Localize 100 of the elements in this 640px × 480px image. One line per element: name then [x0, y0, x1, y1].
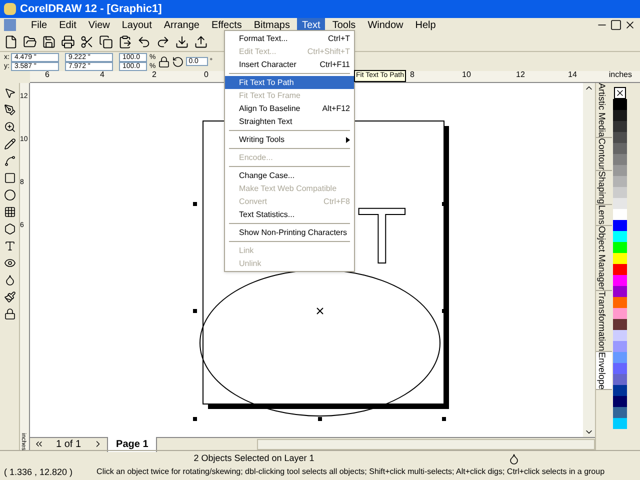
color-swatch[interactable] — [613, 121, 627, 132]
color-swatch[interactable] — [613, 418, 627, 429]
menu-bar-item[interactable]: Arrange — [158, 18, 204, 32]
save-icon[interactable] — [42, 34, 56, 48]
color-swatch[interactable] — [613, 165, 627, 176]
ruler-label: 0 — [204, 71, 208, 79]
color-swatch[interactable] — [613, 330, 627, 341]
cut-icon[interactable] — [80, 34, 94, 48]
grid-icon[interactable] — [4, 206, 16, 218]
color-swatch[interactable] — [613, 132, 627, 143]
redo-icon[interactable] — [156, 34, 170, 48]
menu-bar-item[interactable]: File — [26, 18, 52, 32]
color-swatch[interactable] — [613, 308, 627, 319]
ruler-label: 2 — [152, 71, 156, 79]
menu-item[interactable]: Straighten Text — [225, 115, 354, 128]
page-count: 1 of 1 — [56, 438, 82, 452]
window-title: CorelDRAW 12 - [Graphic1] — [20, 2, 162, 17]
menu-bar-item[interactable]: Effects — [206, 18, 247, 32]
menu-bar-item[interactable]: Window — [362, 18, 408, 32]
first-page-icon[interactable] — [34, 439, 44, 449]
ruler-label: 10 — [462, 71, 471, 79]
menu-bar-item[interactable]: Layout — [116, 18, 157, 32]
folder-icon[interactable] — [23, 34, 37, 48]
color-swatch[interactable] — [613, 363, 627, 374]
import-icon[interactable] — [175, 34, 189, 48]
color-swatch[interactable] — [613, 264, 627, 275]
text-tool-icon[interactable] — [4, 240, 16, 252]
color-swatch[interactable] — [613, 341, 627, 352]
color-swatch[interactable] — [613, 220, 627, 231]
color-swatch[interactable] — [613, 396, 627, 407]
lock-icon[interactable] — [158, 56, 170, 68]
copy-icon[interactable] — [99, 34, 113, 48]
menu-item[interactable]: Insert Character Ctrl+F11 — [225, 58, 354, 71]
menu-bar-item[interactable]: View — [83, 18, 115, 32]
horizontal-scrollbar[interactable] — [257, 438, 595, 450]
color-swatch[interactable] — [613, 253, 627, 264]
pencil-icon[interactable] — [4, 138, 16, 150]
color-swatch[interactable] — [613, 297, 627, 308]
color-swatch[interactable] — [613, 352, 627, 363]
app-icon — [4, 3, 16, 15]
ruler-label: 6 — [45, 71, 50, 79]
lock-icon[interactable] — [4, 308, 16, 320]
menu-bar-item[interactable]: Help — [410, 18, 441, 32]
docker-tab[interactable]: Shaping — [596, 171, 612, 206]
menu-item[interactable]: Align To Baseline Alt+F12 — [225, 102, 354, 115]
docker-tab[interactable]: Contour — [596, 138, 612, 172]
menu-bar-item[interactable]: Tools — [327, 18, 361, 32]
color-swatch[interactable] — [613, 154, 627, 165]
menu-item[interactable]: Fit Text To Path — [225, 76, 354, 89]
curve-icon[interactable] — [4, 155, 16, 167]
color-swatch[interactable] — [613, 187, 627, 198]
docker-tab[interactable]: Envelope — [596, 352, 612, 390]
clipboard-icon[interactable] — [118, 34, 132, 48]
color-swatch[interactable] — [613, 176, 627, 187]
menu-bar-item[interactable]: Edit — [54, 18, 82, 32]
polygon-icon[interactable] — [4, 223, 16, 235]
ruler-unit: inches — [608, 71, 632, 79]
docker-tab[interactable]: Artistic Media — [596, 83, 612, 138]
ruler-label: 8 — [410, 71, 414, 79]
pointer-icon[interactable] — [4, 87, 16, 99]
menu-item[interactable]: Writing Tools — [225, 133, 354, 146]
docker-tab[interactable]: Lens — [596, 205, 612, 226]
color-swatch[interactable] — [613, 407, 627, 418]
close-icon[interactable] — [624, 19, 636, 31]
color-swatch[interactable] — [613, 385, 627, 396]
ellipse-icon[interactable] — [4, 189, 16, 201]
color-swatch[interactable] — [613, 242, 627, 253]
ruler-label: 4 — [100, 71, 104, 79]
export-icon[interactable] — [194, 34, 208, 48]
zoom-icon[interactable] — [4, 121, 16, 133]
rotate-icon[interactable] — [172, 56, 184, 68]
eyedropper-icon[interactable] — [4, 274, 16, 286]
color-swatch[interactable] — [613, 99, 627, 110]
rectangle-icon[interactable] — [4, 172, 16, 184]
menu-bar-item[interactable]: Bitmaps — [248, 18, 295, 32]
pen-icon[interactable] — [4, 104, 16, 116]
color-swatch[interactable] — [613, 275, 627, 286]
menu-item[interactable]: Change Case... — [225, 169, 354, 182]
docker-tab[interactable]: Object Manager — [596, 226, 612, 291]
color-swatch[interactable] — [613, 231, 627, 242]
undo-icon[interactable] — [137, 34, 151, 48]
menu-item[interactable]: Format Text... Ctrl+T — [225, 32, 354, 45]
new-file-icon[interactable] — [4, 34, 18, 48]
color-swatch[interactable] — [613, 374, 627, 385]
fill-icon[interactable] — [508, 452, 520, 465]
color-swatch[interactable] — [613, 319, 627, 330]
maximize-icon[interactable] — [610, 19, 622, 31]
color-swatch[interactable] — [613, 209, 627, 220]
brush-icon[interactable] — [4, 291, 16, 303]
document-icon — [4, 19, 16, 31]
selection-status: 2 Objects Selected on Layer 1 — [192, 452, 316, 465]
color-swatch[interactable] — [613, 143, 627, 154]
color-swatch[interactable] — [613, 198, 627, 209]
eye-icon[interactable] — [4, 257, 16, 269]
color-swatch[interactable] — [613, 286, 627, 297]
printer-icon[interactable] — [61, 34, 75, 48]
menu-item[interactable]: Text Statistics... — [225, 208, 354, 221]
no-color-icon[interactable] — [614, 87, 626, 99]
menu-item[interactable]: Show Non-Printing Characters — [225, 226, 354, 239]
color-swatch[interactable] — [613, 110, 627, 121]
